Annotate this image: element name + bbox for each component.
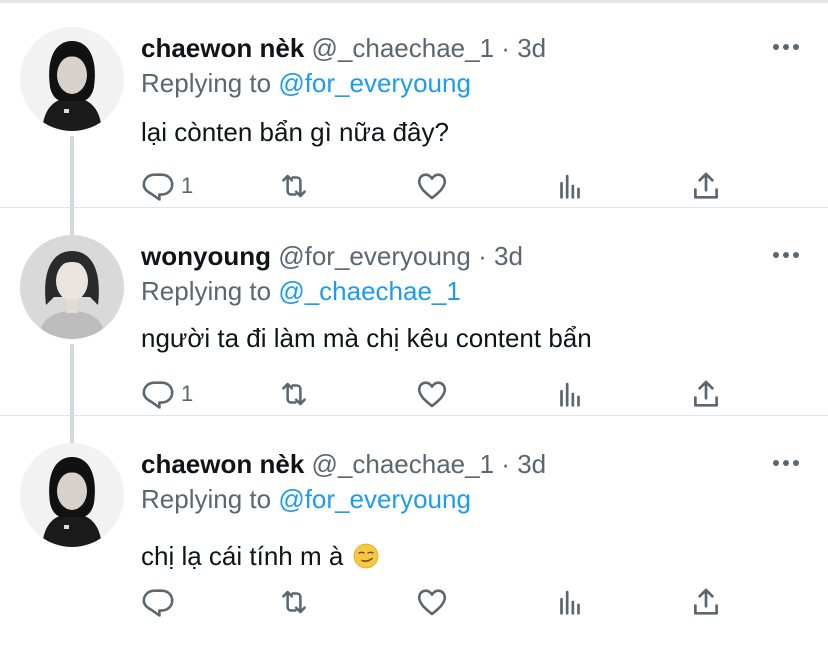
like-button[interactable] [415, 376, 449, 412]
analytics-button[interactable] [553, 376, 587, 412]
avatar[interactable] [20, 235, 124, 339]
share-icon [694, 380, 718, 407]
share-button[interactable] [689, 168, 723, 204]
like-icon [417, 381, 447, 408]
timestamp[interactable]: 3d [517, 33, 546, 63]
more-icon[interactable] [772, 456, 800, 470]
user-handle[interactable]: @for_everyoung [278, 241, 471, 271]
replying-to: Replying to @for_everyoung [141, 483, 471, 515]
like-icon [417, 173, 447, 200]
tweet[interactable]: chaewon nèk @_chaechae_1 · 3d Replying t… [0, 416, 828, 624]
more-icon[interactable] [772, 248, 800, 262]
avatar-photo [20, 443, 124, 547]
tweet-actions: 1 [0, 168, 828, 208]
tweet-actions [0, 584, 828, 624]
retweet-icon [282, 382, 306, 406]
retweet-button[interactable] [277, 376, 311, 412]
display-name[interactable]: chaewon nèk [141, 33, 304, 63]
share-button[interactable] [689, 584, 723, 620]
analytics-icon [560, 590, 580, 615]
avatar-photo [20, 235, 124, 339]
retweet-button[interactable] [277, 168, 311, 204]
separator-dot: · [501, 449, 510, 479]
like-button[interactable] [415, 584, 449, 620]
retweet-icon [282, 174, 306, 198]
separator-dot: · [478, 241, 487, 271]
display-name[interactable]: wonyoung [141, 241, 271, 271]
analytics-button[interactable] [553, 168, 587, 204]
timestamp[interactable]: 3d [517, 449, 546, 479]
replying-to: Replying to @for_everyoung [141, 67, 471, 99]
share-icon [694, 172, 718, 199]
timestamp[interactable]: 3d [494, 241, 523, 271]
share-button[interactable] [689, 376, 723, 412]
avatar[interactable] [20, 27, 124, 131]
tweet-text: người ta đi làm mà chị kêu content bẩn [141, 323, 592, 353]
reply-button[interactable]: 1 [141, 168, 193, 204]
tweet-text-content: chị lạ cái tính m à [141, 541, 344, 571]
analytics-icon [560, 174, 580, 199]
avatar[interactable] [20, 443, 124, 547]
user-handle[interactable]: @_chaechae_1 [312, 449, 495, 479]
tweet-text: lại cònten bẩn gì nữa đây? [141, 117, 449, 147]
smirking-face-emoji [353, 543, 378, 569]
reply-button[interactable] [141, 584, 181, 620]
separator-dot: · [501, 33, 510, 63]
display-name[interactable]: chaewon nèk [141, 449, 304, 479]
reply-count: 1 [181, 173, 194, 198]
avatar-photo [20, 27, 124, 131]
reply-icon [142, 381, 174, 409]
reply-icon [142, 173, 174, 201]
replying-to: Replying to @_chaechae_1 [141, 275, 461, 307]
analytics-icon [560, 382, 580, 407]
tweet-actions: 1 [0, 376, 828, 416]
mention-link[interactable]: @for_everyoung [278, 484, 471, 514]
reply-button[interactable]: 1 [141, 376, 193, 412]
reply-icon [142, 589, 174, 617]
like-button[interactable] [415, 168, 449, 204]
mention-link[interactable]: @for_everyoung [278, 68, 471, 98]
tweet-header: chaewon nèk @_chaechae_1 · 3d [141, 33, 546, 63]
replying-to-label: Replying to [141, 276, 272, 306]
more-icon[interactable] [772, 40, 800, 54]
tweet-text: chị lạ cái tính m à [141, 539, 379, 573]
replying-to-label: Replying to [141, 68, 272, 98]
tweet[interactable]: chaewon nèk @_chaechae_1 · 3d Replying t… [0, 0, 828, 208]
replying-to-label: Replying to [141, 484, 272, 514]
tweet[interactable]: wonyoung @for_everyoung · 3d Replying to… [0, 208, 828, 416]
tweet-header: chaewon nèk @_chaechae_1 · 3d [141, 449, 546, 479]
retweet-button[interactable] [277, 584, 311, 620]
tweet-header: wonyoung @for_everyoung · 3d [141, 241, 523, 271]
mention-link[interactable]: @_chaechae_1 [278, 276, 461, 306]
retweet-icon [282, 590, 306, 614]
share-icon [694, 588, 718, 615]
like-icon [417, 589, 447, 616]
user-handle[interactable]: @_chaechae_1 [312, 33, 495, 63]
analytics-button[interactable] [553, 584, 587, 620]
reply-count: 1 [181, 381, 194, 406]
